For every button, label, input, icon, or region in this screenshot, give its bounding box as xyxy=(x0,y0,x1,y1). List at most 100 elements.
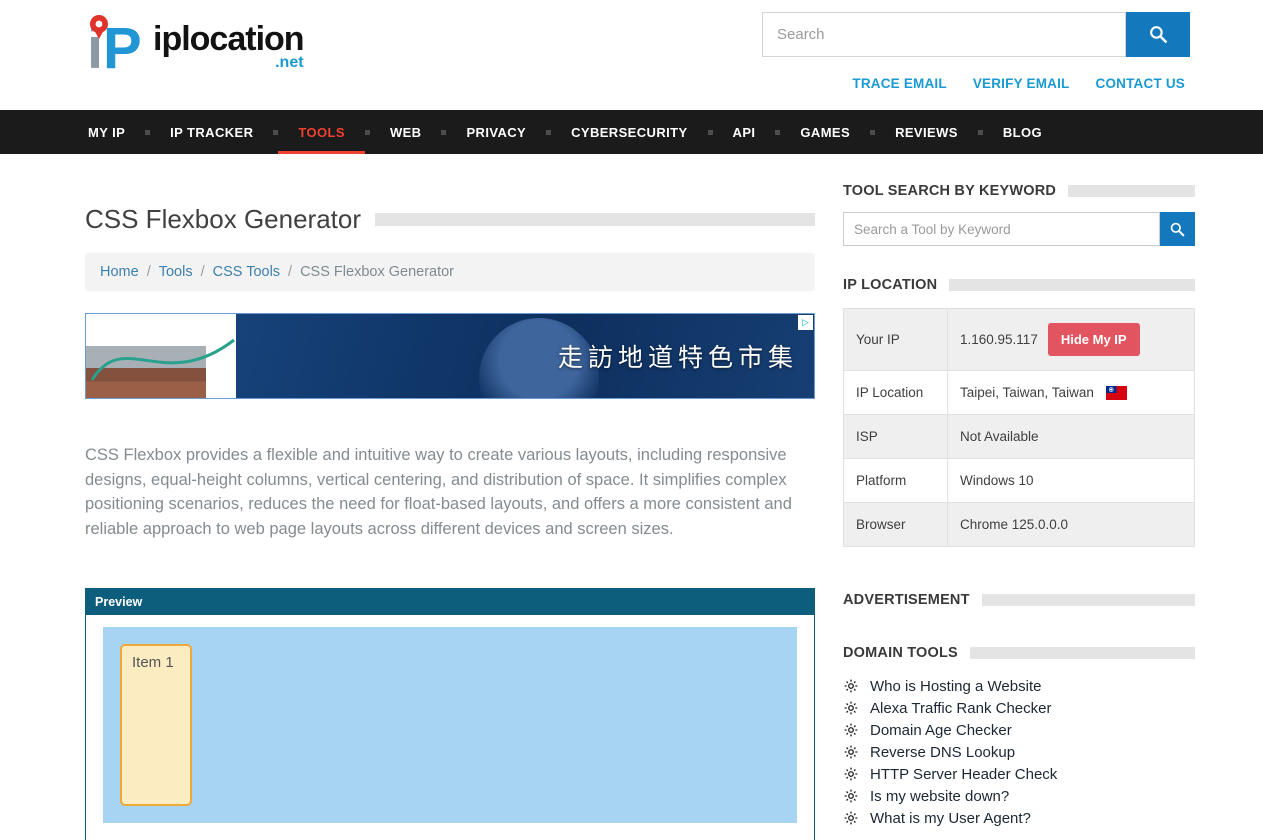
domain-tool-link[interactable]: What is my User Agent? xyxy=(870,810,1031,827)
preview-flex-item: Item 1 xyxy=(120,644,192,806)
domain-tool-link[interactable]: HTTP Server Header Check xyxy=(870,766,1057,783)
table-row: Browser Chrome 125.0.0.0 xyxy=(844,503,1195,547)
page-title: CSS Flexbox Generator xyxy=(85,204,361,235)
gear-icon xyxy=(843,766,859,782)
domain-tool-link[interactable]: Alexa Traffic Rank Checker xyxy=(870,700,1051,717)
ad-text: 走訪地道特色市集 xyxy=(558,338,798,374)
domain-tools-heading: DOMAIN TOOLS xyxy=(843,645,958,661)
gear-icon xyxy=(843,744,859,760)
ip-row-label: ISP xyxy=(844,415,948,459)
nav-item-my-ip[interactable]: MY IP xyxy=(85,110,145,154)
ip-row-label: Your IP xyxy=(844,309,948,371)
ip-row-value-cell: 1.160.95.117 Hide My IP xyxy=(948,309,1195,371)
contact-us-link[interactable]: CONTACT US xyxy=(1096,76,1186,91)
nav-item-reviews[interactable]: REVIEWS xyxy=(875,110,978,154)
preview-body: Item 1 xyxy=(86,615,814,840)
domain-tool-link[interactable]: Is my website down? xyxy=(870,788,1009,805)
preview-flex-container: Item 1 xyxy=(103,627,797,823)
nav-item-api[interactable]: API xyxy=(713,110,776,154)
table-row: Platform Windows 10 xyxy=(844,459,1195,503)
svg-text:P: P xyxy=(103,16,142,80)
main-column: CSS Flexbox Generator Home / Tools / CSS… xyxy=(85,154,815,840)
breadcrumb-current: CSS Flexbox Generator xyxy=(300,264,454,280)
nav-item-cybersecurity[interactable]: CYBERSECURITY xyxy=(551,110,707,154)
ip-location-table: Your IP 1.160.95.117 Hide My IP IP Locat… xyxy=(843,308,1195,547)
nav-item-blog[interactable]: BLOG xyxy=(983,110,1062,154)
page-title-row: CSS Flexbox Generator xyxy=(85,204,815,235)
list-item: What is my User Agent? xyxy=(843,807,1195,829)
tool-search-heading: TOOL SEARCH BY KEYWORD xyxy=(843,183,1056,199)
domain-tool-link[interactable]: Domain Age Checker xyxy=(870,722,1012,739)
breadcrumb-tools[interactable]: Tools xyxy=(159,264,193,280)
table-row: Your IP 1.160.95.117 Hide My IP xyxy=(844,309,1195,371)
nav-item-ip-tracker[interactable]: IP TRACKER xyxy=(150,110,273,154)
header-links: TRACE EMAIL VERIFY EMAIL CONTACT US xyxy=(852,76,1185,91)
site-header: i P iplocation .net TRACE EMAIL VERIFY E… xyxy=(0,0,1263,110)
heading-decorative-bar xyxy=(982,594,1195,606)
trace-email-link[interactable]: TRACE EMAIL xyxy=(852,76,946,91)
nav-item-games[interactable]: GAMES xyxy=(780,110,870,154)
ad-banner[interactable]: 走訪地道特色市集 ▷ xyxy=(85,313,815,399)
breadcrumb-css-tools[interactable]: CSS Tools xyxy=(213,264,280,280)
list-item: HTTP Server Header Check xyxy=(843,763,1195,785)
advertisement-heading: ADVERTISEMENT xyxy=(843,592,970,608)
adchoices-icon[interactable]: ▷ xyxy=(798,315,813,330)
search-icon xyxy=(1148,24,1169,45)
table-row: ISP Not Available xyxy=(844,415,1195,459)
verify-email-link[interactable]: VERIFY EMAIL xyxy=(973,76,1070,91)
sidebar: TOOL SEARCH BY KEYWORD IP LOCATION Your … xyxy=(843,154,1195,840)
nav-item-web[interactable]: WEB xyxy=(370,110,442,154)
gear-icon xyxy=(843,810,859,826)
site-search-input[interactable] xyxy=(762,12,1126,57)
preview-header: Preview xyxy=(86,589,814,615)
ad-curve-graphic xyxy=(86,314,236,398)
taiwan-flag-icon xyxy=(1106,386,1127,400)
domain-tools-heading-row: DOMAIN TOOLS xyxy=(843,645,1195,661)
list-item: Is my website down? xyxy=(843,785,1195,807)
list-item: Who is Hosting a Website xyxy=(843,675,1195,697)
browser-value: Chrome 125.0.0.0 xyxy=(948,503,1195,547)
your-ip-value: 1.160.95.117 xyxy=(960,332,1038,347)
ad-main-image: 走訪地道特色市集 xyxy=(236,314,814,398)
breadcrumb: Home / Tools / CSS Tools / CSS Flexbox G… xyxy=(85,253,815,291)
tool-search-button[interactable] xyxy=(1160,212,1195,246)
main-nav: MY IP IP TRACKER TOOLS WEB PRIVACY CYBER… xyxy=(0,110,1263,154)
list-item: Reverse DNS Lookup xyxy=(843,741,1195,763)
gear-icon xyxy=(843,722,859,738)
tool-search-input[interactable] xyxy=(843,212,1160,246)
site-search xyxy=(762,12,1190,57)
site-search-button[interactable] xyxy=(1126,12,1190,57)
breadcrumb-separator: / xyxy=(288,264,292,280)
nav-item-privacy[interactable]: PRIVACY xyxy=(446,110,546,154)
ip-row-label: Browser xyxy=(844,503,948,547)
table-row: IP Location Taipei, Taiwan, Taiwan xyxy=(844,371,1195,415)
hide-my-ip-button[interactable]: Hide My IP xyxy=(1048,323,1140,356)
heading-decorative-bar xyxy=(970,647,1195,659)
breadcrumb-separator: / xyxy=(201,264,205,280)
ip-location-heading-row: IP LOCATION xyxy=(843,277,1195,293)
title-decorative-bar xyxy=(375,213,815,226)
domain-tool-link[interactable]: Who is Hosting a Website xyxy=(870,678,1041,695)
isp-value: Not Available xyxy=(948,415,1195,459)
domain-tool-link[interactable]: Reverse DNS Lookup xyxy=(870,744,1015,761)
tool-description: CSS Flexbox provides a flexible and intu… xyxy=(85,443,815,541)
flexbox-preview-widget: Preview Item 1 xyxy=(85,588,815,840)
nav-item-tools[interactable]: TOOLS xyxy=(278,110,365,154)
logo-ip-pin-icon: i P xyxy=(85,12,151,80)
heading-decorative-bar xyxy=(1068,185,1195,197)
list-item: Domain Age Checker xyxy=(843,719,1195,741)
list-item: Alexa Traffic Rank Checker xyxy=(843,697,1195,719)
ip-row-label: IP Location xyxy=(844,371,948,415)
domain-tools-list: Who is Hosting a Website Alexa Traffic R… xyxy=(843,675,1195,829)
search-icon xyxy=(1169,221,1186,238)
ip-row-label: Platform xyxy=(844,459,948,503)
logo-text: iplocation xyxy=(153,20,304,58)
site-logo[interactable]: i P iplocation .net xyxy=(85,12,304,80)
breadcrumb-home[interactable]: Home xyxy=(100,264,139,280)
ip-location-value: Taipei, Taiwan, Taiwan xyxy=(960,385,1094,400)
advertisement-heading-row: ADVERTISEMENT xyxy=(843,592,1195,608)
gear-icon xyxy=(843,678,859,694)
breadcrumb-separator: / xyxy=(147,264,151,280)
page-content: CSS Flexbox Generator Home / Tools / CSS… xyxy=(0,154,1263,840)
ip-location-heading: IP LOCATION xyxy=(843,277,937,293)
